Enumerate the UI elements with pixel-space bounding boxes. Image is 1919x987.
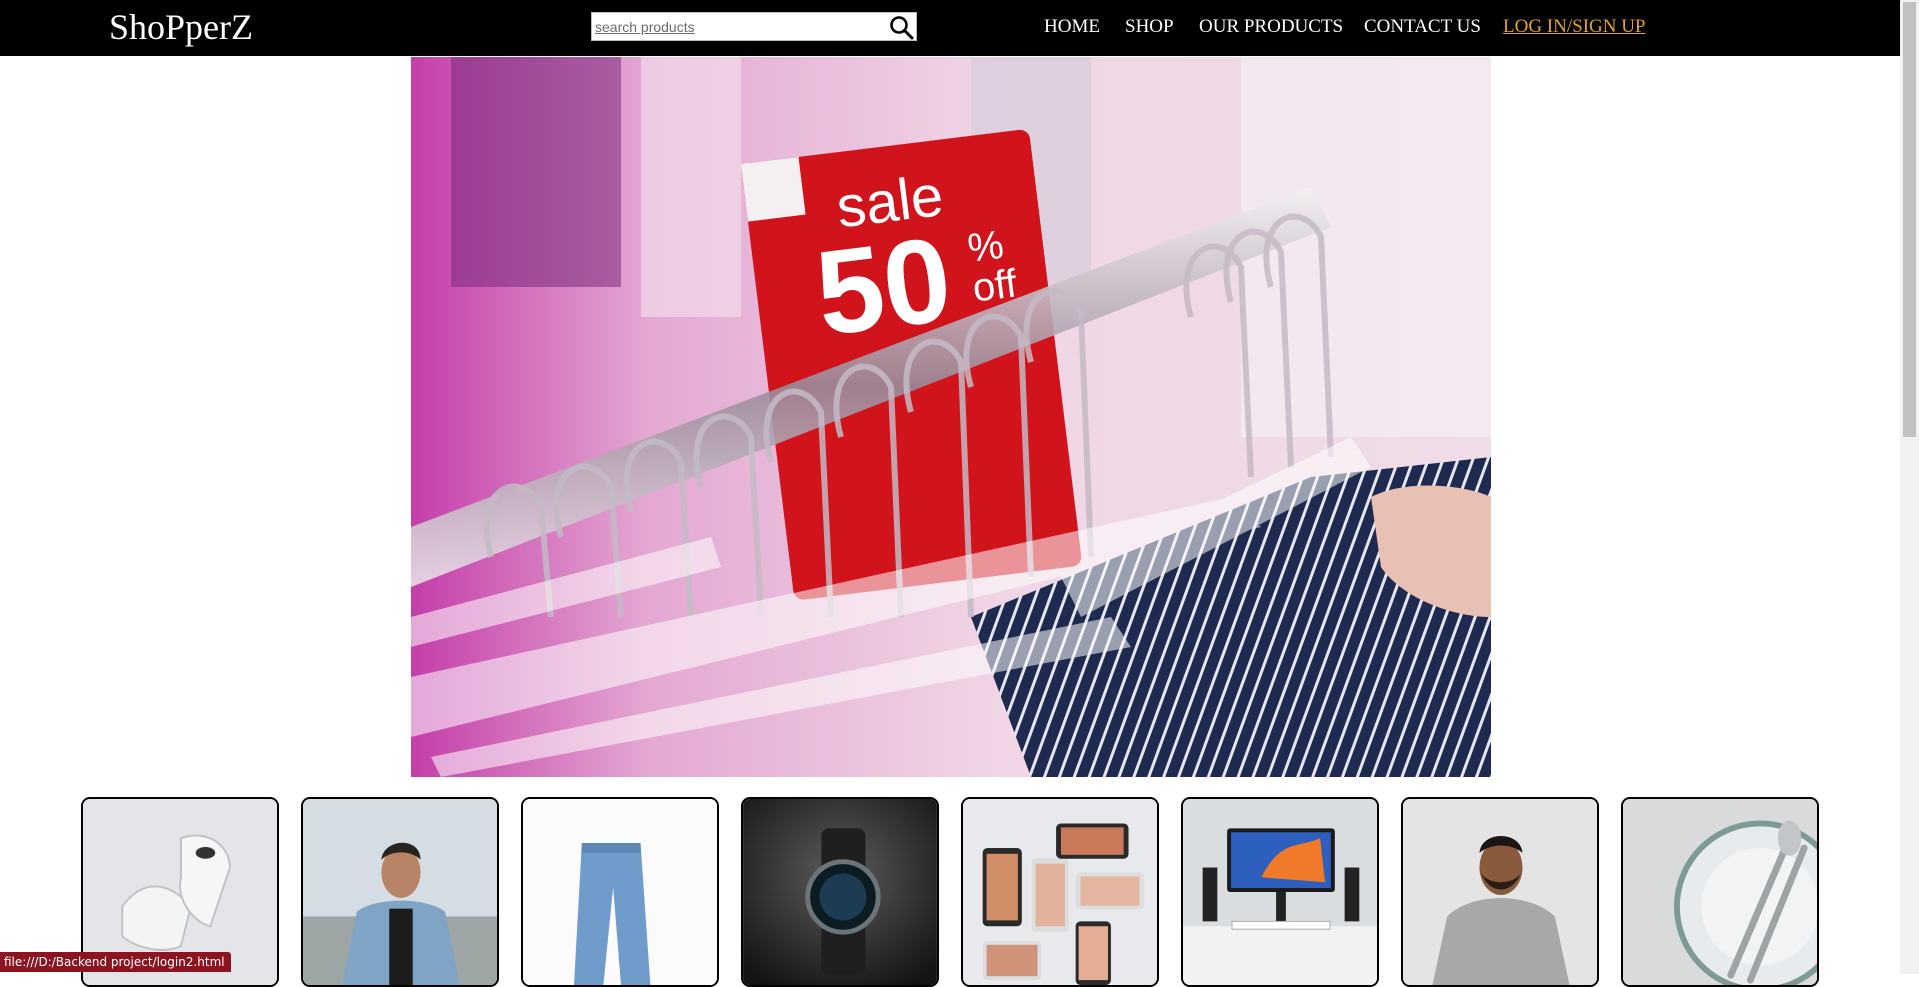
product-card-jeans[interactable] (521, 797, 719, 987)
denim-jacket-image (303, 799, 497, 985)
search-input[interactable] (595, 16, 875, 37)
product-card-grey-hoodie[interactable] (1401, 797, 1599, 987)
desktop-setup-image (1183, 799, 1377, 985)
nav-our-products-link[interactable]: OUR PRODUCTS (1199, 16, 1343, 38)
hero-banner-image: sale 50 % off (411, 57, 1491, 777)
jeans-image (523, 799, 717, 985)
product-card-denim-jacket[interactable] (301, 797, 499, 987)
page-scrollbar[interactable] (1900, 0, 1919, 974)
nav-shop-link[interactable]: SHOP (1125, 16, 1174, 38)
product-card-smartphones[interactable] (961, 797, 1159, 987)
product-card-silverware[interactable] (1621, 797, 1819, 987)
nav-contact-us-link[interactable]: CONTACT US (1364, 16, 1481, 38)
top-navbar: ShoPperZ HOME SHOP OUR PRODUCTS CONTACT … (0, 0, 1900, 56)
browser-status-url: file:///D:/Backend project/login2.html (0, 952, 231, 972)
silverware-image (1623, 799, 1817, 985)
scrollbar-thumb[interactable] (1903, 2, 1916, 437)
product-card-desktop-setup[interactable] (1181, 797, 1379, 987)
nav-home-link[interactable]: HOME (1044, 16, 1100, 38)
product-strip (0, 797, 1900, 987)
smartphones-image (963, 799, 1157, 985)
search-bar (591, 12, 917, 41)
grey-hoodie-image (1403, 799, 1597, 985)
search-icon[interactable] (888, 14, 915, 40)
brand-logo[interactable]: ShoPperZ (109, 5, 253, 49)
product-card-wristwatch[interactable] (741, 797, 939, 987)
wristwatch-image (743, 799, 937, 985)
nav-login-signup-link[interactable]: LOG IN/SIGN UP (1503, 16, 1646, 38)
